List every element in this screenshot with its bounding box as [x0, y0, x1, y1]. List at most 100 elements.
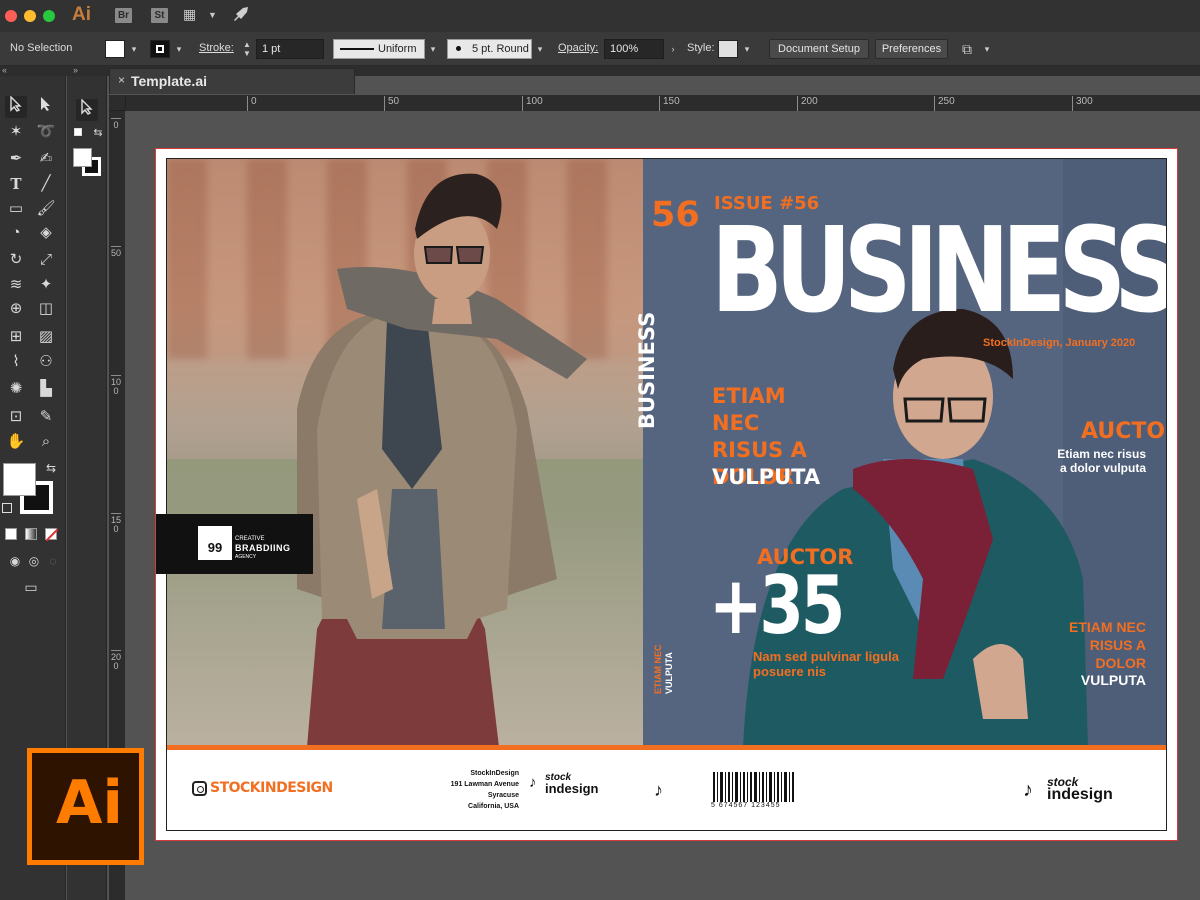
shape-builder-tool-icon[interactable]: ⊕ — [5, 298, 27, 320]
puppet-warp-tool-icon[interactable]: ✦ — [35, 274, 57, 296]
style-dropdown[interactable]: ▾ — [740, 40, 754, 58]
screen-mode-icon[interactable]: ▭ — [20, 576, 42, 598]
magic-wand-tool-icon[interactable]: ✶ — [5, 121, 27, 143]
width-tool-icon[interactable]: ≋ — [5, 274, 27, 296]
artboard-tool-icon[interactable]: ⊡ — [5, 406, 27, 428]
minimize-window-button[interactable] — [24, 10, 36, 22]
selection-status: No Selection — [10, 42, 73, 54]
symbol-sprayer-tool-icon[interactable]: ✺ — [5, 378, 27, 400]
brush-definition[interactable]: 5 pt. Round — [447, 39, 532, 59]
swap-fill-stroke-icon[interactable]: ⇆ — [87, 122, 109, 144]
style-label: Style: — [687, 42, 715, 54]
cover-big-number[interactable]: +35 — [709, 559, 845, 652]
selection-tool-alt-icon[interactable] — [76, 98, 98, 121]
artboard[interactable]: 56 ISSUE #56 BUSINESS StockInDesign, Jan… — [166, 158, 1167, 831]
lasso-tool-icon[interactable]: ➰ — [35, 121, 57, 143]
fill-dropdown[interactable]: ▾ — [127, 40, 141, 58]
document-tab[interactable]: × Template.ai — [109, 68, 355, 94]
brush-dropdown[interactable]: ▾ — [533, 40, 547, 58]
pen-tool-icon[interactable]: ✒ — [5, 148, 27, 170]
cover-headline-1-sub[interactable]: VULPUTA — [712, 465, 820, 489]
cover-headline-2[interactable]: ETIAM NEC RISUS A DOLOR — [1047, 618, 1146, 672]
address-line: Syracuse — [487, 792, 519, 799]
eraser-tool-icon[interactable]: ◈ — [35, 222, 57, 244]
close-tab-icon[interactable]: × — [118, 73, 125, 87]
column-graph-tool-icon[interactable]: ▙ — [35, 378, 57, 400]
stroke-label[interactable]: Stroke: — [199, 42, 234, 54]
paintbrush-tool-icon[interactable]: 🖌 — [35, 198, 57, 220]
line-tool-icon[interactable]: ╱ — [35, 173, 57, 195]
blend-tool-icon[interactable]: ⚇ — [35, 351, 57, 373]
color-mode-icon[interactable] — [5, 528, 17, 540]
profile-dropdown[interactable]: ▾ — [426, 40, 440, 58]
gradient-tool-icon[interactable]: ▨ — [35, 326, 57, 348]
document-setup-button[interactable]: Document Setup — [769, 39, 869, 59]
barcode[interactable] — [713, 772, 795, 802]
workspace-layout-icon[interactable]: ▦ — [183, 6, 196, 23]
expand-panels-icon[interactable]: » — [73, 65, 78, 75]
direct-selection-tool-icon[interactable] — [35, 96, 57, 118]
curvature-tool-icon[interactable]: ✍ — [35, 148, 57, 170]
selection-tool-icon[interactable] — [5, 95, 27, 118]
draw-inside-icon[interactable]: ◌ — [42, 550, 64, 572]
guitar-icon[interactable]: ♪ — [654, 780, 663, 801]
agency-badge[interactable]: 99 CREATIVE BRABDIING AGENCY — [156, 514, 313, 574]
stockindesign-logo-small[interactable]: ♪ stock indesign — [529, 772, 598, 796]
cover-auctor-2[interactable]: AUCTOR — [1081, 419, 1166, 444]
stroke-stepper[interactable]: ▲ ▼ — [240, 40, 254, 58]
shaper-tool-icon[interactable]: ◔ — [5, 222, 27, 244]
instagram-handle[interactable]: STOCKINDESIGN — [210, 780, 333, 796]
cover-headline-2-sub[interactable]: VULPUTA — [1047, 672, 1146, 688]
rotate-tool-icon[interactable]: ↻ — [5, 249, 27, 271]
control-bar: No Selection ▾ ▾ Stroke: ▲ ▼ 1 pt Uniform… — [0, 32, 1200, 66]
zoom-tool-icon[interactable]: ⌕ — [35, 431, 57, 453]
stroke-dropdown[interactable]: ▾ — [172, 40, 186, 58]
bridge-button[interactable]: Br — [115, 8, 132, 23]
horizontal-ruler[interactable]: 0 50 100 150 200 250 300 — [126, 95, 1200, 111]
opacity-arrow[interactable]: › — [666, 40, 680, 58]
collapse-panels-icon[interactable]: « — [2, 65, 7, 75]
hand-tool-icon[interactable]: ✋ — [5, 431, 27, 453]
arrange-dropdown[interactable]: ▾ — [980, 40, 994, 58]
zoom-window-button[interactable] — [43, 10, 55, 22]
cover-auctor-2-text[interactable]: Etiam nec risus a dolor vulputa — [1057, 447, 1146, 475]
illustrator-logo: Ai — [27, 748, 144, 865]
ruler-origin[interactable] — [109, 95, 126, 111]
cover-date[interactable]: StockInDesign, January 2020 — [983, 337, 1135, 349]
stroke-profile-label: Uniform — [378, 43, 417, 55]
stroke-weight-field[interactable]: 1 pt — [256, 39, 324, 59]
gradient-mode-icon[interactable] — [25, 528, 37, 540]
style-swatch[interactable] — [718, 40, 738, 58]
publisher-address[interactable]: StockInDesign 191 Lawman Avenue Syracuse… — [435, 768, 519, 812]
opacity-field[interactable]: 100% — [604, 39, 664, 59]
cover-vertical-small[interactable]: ETIAM NEC VULPUTA — [653, 644, 675, 695]
fill-swatch[interactable] — [105, 40, 125, 58]
swap-colors-icon[interactable]: ⇆ — [40, 457, 62, 479]
rectangle-tool-icon[interactable]: ▭ — [5, 198, 27, 220]
none-mode-icon[interactable] — [45, 528, 59, 542]
eyedropper-tool-icon[interactable]: ⌇ — [5, 351, 27, 373]
cover-big-number-text[interactable]: Nam sed pulvinar ligula posuere nis — [753, 649, 903, 679]
gpu-rocket-icon[interactable] — [232, 6, 250, 25]
illustrator-logo-text: Ai — [56, 768, 124, 838]
type-tool-icon[interactable]: T — [5, 173, 27, 195]
preferences-button[interactable]: Preferences — [875, 39, 948, 59]
default-colors-icon[interactable] — [2, 503, 12, 513]
cover-masthead[interactable]: BUSINESS — [711, 205, 1166, 335]
cover-issue-number[interactable]: 56 — [651, 195, 700, 235]
stockindesign-logo-large[interactable]: ♪ stock indesign — [1023, 775, 1113, 804]
stroke-swatch[interactable] — [150, 40, 170, 58]
cover-side-title[interactable]: BUSINESS — [635, 312, 659, 429]
arrange-icon[interactable]: ⧉ — [960, 40, 974, 58]
ruler-label: 50 — [384, 96, 399, 111]
chevron-down-icon[interactable]: ▼ — [208, 10, 217, 20]
stock-button[interactable]: St — [151, 8, 168, 23]
scale-tool-icon[interactable]: ⤢ — [35, 249, 57, 271]
slice-tool-icon[interactable]: ✎ — [35, 406, 57, 428]
close-window-button[interactable] — [5, 10, 17, 22]
variable-width-profile[interactable]: Uniform — [333, 39, 425, 59]
perspective-grid-tool-icon[interactable]: ◫ — [35, 298, 57, 320]
opacity-label[interactable]: Opacity: — [558, 42, 598, 54]
default-fill-stroke-icon[interactable] — [74, 128, 82, 136]
mesh-tool-icon[interactable]: ⊞ — [5, 326, 27, 348]
